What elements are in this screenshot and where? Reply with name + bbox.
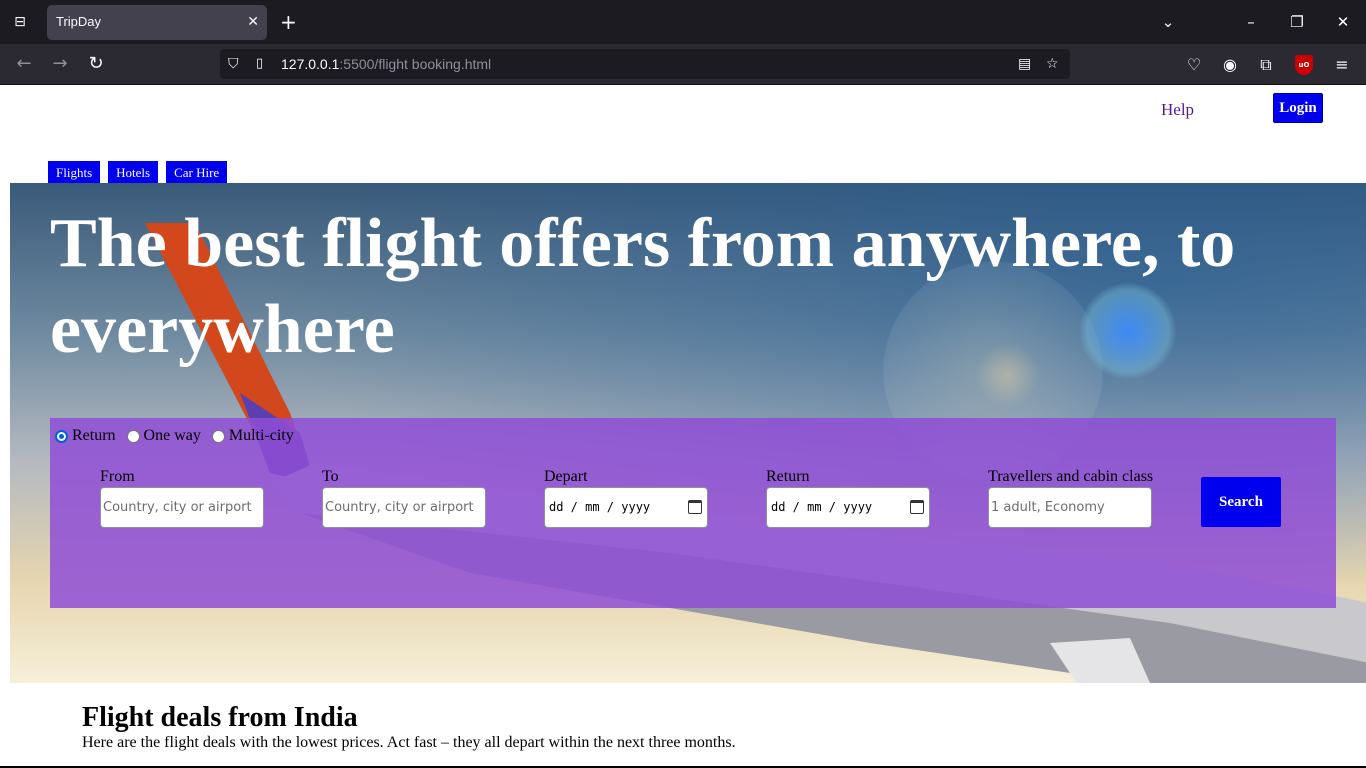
- depart-date-input[interactable]: dd / mm / yyyy: [544, 487, 708, 528]
- calendar-icon[interactable]: [688, 500, 702, 514]
- bookmark-star-icon[interactable]: ☆: [1046, 55, 1059, 73]
- new-tab-button[interactable]: +: [280, 11, 297, 33]
- from-input[interactable]: Country, city or airport: [100, 487, 264, 528]
- extensions-icon[interactable]: ⧉: [1254, 53, 1278, 77]
- travellers-label: Travellers and cabin class: [988, 468, 1154, 485]
- trip-type-one-way[interactable]: One way: [126, 427, 201, 445]
- reload-icon[interactable]: ↻: [84, 53, 108, 77]
- to-input[interactable]: Country, city or airport: [322, 487, 486, 528]
- login-button[interactable]: Login: [1273, 93, 1323, 123]
- tab-title: TripDay: [56, 14, 102, 29]
- travellers-field: Travellers and cabin class 1 adult, Econ…: [988, 468, 1153, 528]
- trip-type-group: Return One way Multi-city: [55, 427, 305, 445]
- flight-search-form: Return One way Multi-city From Country, …: [50, 418, 1336, 608]
- search-button[interactable]: Search: [1201, 477, 1281, 527]
- radio-one-way[interactable]: [126, 429, 140, 443]
- trip-type-multi-city[interactable]: Multi-city: [211, 427, 294, 445]
- to-label: To: [322, 468, 339, 485]
- window-close-icon[interactable]: ✕: [1331, 12, 1355, 32]
- browser-tab[interactable]: TripDay ✕: [47, 5, 267, 40]
- shield-icon[interactable]: ⛉: [228, 55, 244, 73]
- browser-nav-bar: ← → ↻ ⛉ ▯ 127.0.0.1:5500/flight booking.…: [0, 44, 1366, 85]
- url-host: 127.0.0.1: [281, 56, 340, 72]
- radio-multi-city[interactable]: [211, 429, 225, 443]
- radio-return[interactable]: [55, 429, 68, 443]
- address-bar[interactable]: ⛉ ▯ 127.0.0.1:5500/flight booking.html ▤…: [220, 49, 1070, 79]
- page: Help Login Flights Hotels Car Hire The b…: [0, 85, 1366, 768]
- hero-banner: The best flight offers from anywhere, to…: [10, 183, 1366, 683]
- help-link[interactable]: Help: [1161, 100, 1194, 120]
- pocket-icon[interactable]: ♡: [1182, 53, 1206, 77]
- forward-icon[interactable]: →: [48, 53, 72, 77]
- reader-view-icon[interactable]: ▤: [1018, 55, 1031, 73]
- menu-icon[interactable]: ≡: [1330, 53, 1354, 77]
- tab-hotels[interactable]: Hotels: [108, 161, 159, 184]
- browser-tab-bar: ⊟ TripDay ✕ + ⌄ – ❐ ✕: [0, 0, 1366, 44]
- url-path: :5500/flight booking.html: [339, 56, 492, 72]
- tab-flights[interactable]: Flights: [48, 161, 101, 184]
- close-icon[interactable]: ✕: [247, 13, 259, 31]
- depart-label: Depart: [544, 468, 588, 485]
- account-icon[interactable]: ◉: [1218, 53, 1242, 77]
- trip-type-label: Return: [72, 427, 116, 444]
- to-field: To Country, city or airport: [322, 468, 486, 528]
- page-icon[interactable]: ▯: [256, 55, 270, 73]
- trip-type-label: One way: [143, 427, 201, 444]
- return-date-input[interactable]: dd / mm / yyyy: [766, 487, 930, 528]
- deals-heading: Flight deals from India: [82, 702, 358, 733]
- depart-field: Depart dd / mm / yyyy: [544, 468, 708, 528]
- return-date-value: dd / mm / yyyy: [771, 500, 873, 514]
- from-label: From: [100, 468, 135, 485]
- from-field: From Country, city or airport: [100, 468, 264, 528]
- tab-list-icon[interactable]: ⊟: [10, 13, 30, 31]
- tab-car-hire[interactable]: Car Hire: [166, 161, 228, 184]
- trip-type-return[interactable]: Return: [55, 427, 116, 445]
- deals-subtitle: Here are the flight deals with the lowes…: [82, 734, 736, 751]
- return-label: Return: [766, 468, 810, 485]
- chevron-down-icon[interactable]: ⌄: [1156, 12, 1180, 32]
- back-icon[interactable]: ←: [12, 53, 36, 77]
- restore-icon[interactable]: ❐: [1285, 12, 1309, 32]
- calendar-icon[interactable]: [910, 500, 924, 514]
- travellers-input[interactable]: 1 adult, Economy: [988, 487, 1152, 528]
- return-field: Return dd / mm / yyyy: [766, 468, 930, 528]
- trip-type-label: Multi-city: [228, 427, 294, 444]
- hero-headline: The best flight offers from anywhere, to…: [50, 205, 1236, 368]
- ublock-icon[interactable]: uO: [1295, 55, 1313, 75]
- depart-date-value: dd / mm / yyyy: [549, 500, 651, 514]
- minimize-icon[interactable]: –: [1239, 12, 1263, 32]
- service-tabs: Flights Hotels Car Hire: [48, 161, 228, 184]
- url-text[interactable]: 127.0.0.1:5500/flight booking.html: [281, 56, 491, 72]
